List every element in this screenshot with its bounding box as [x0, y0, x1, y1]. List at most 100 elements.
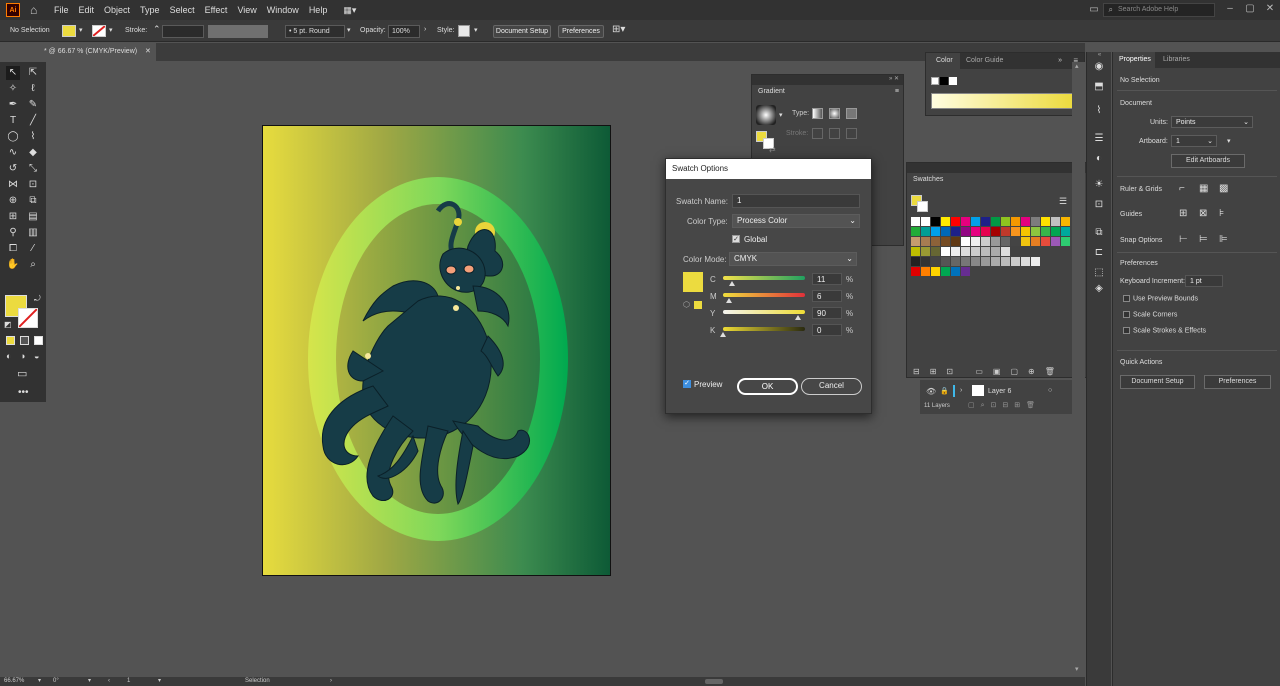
visibility-eye-icon[interactable]: 👁 — [926, 387, 936, 396]
color-mode-icon[interactable] — [6, 336, 15, 345]
swatch-chip[interactable] — [981, 237, 990, 246]
links-icon[interactable]: ⊏ — [1092, 246, 1106, 260]
qa-preferences-button[interactable]: Preferences — [1204, 375, 1271, 389]
swatch-chip[interactable] — [941, 217, 950, 226]
gradient-mode-icon[interactable] — [20, 336, 29, 345]
zoom-level[interactable]: 66.67% — [4, 677, 24, 686]
swatch-chip[interactable] — [1031, 257, 1040, 266]
color-mode-select[interactable]: CMYK ⌄ — [729, 252, 857, 266]
brushes-icon[interactable]: ⌇ — [1092, 104, 1106, 118]
channel-m-slider[interactable] — [723, 293, 805, 297]
tab-color-guide[interactable]: Color Guide — [966, 53, 1003, 69]
swatch-chip[interactable] — [941, 267, 950, 276]
edit-artboards-button[interactable]: Edit Artboards — [1171, 154, 1245, 168]
swatch-chip[interactable] — [931, 217, 940, 226]
stroke-within-icon[interactable] — [812, 128, 823, 139]
stroke-along-icon[interactable] — [829, 128, 840, 139]
selection-tool-icon[interactable]: ↖ — [6, 66, 20, 80]
out-of-gamut-icon[interactable]: ⬡ — [683, 300, 690, 309]
menu-view[interactable]: View — [237, 5, 256, 15]
swatch-chip[interactable] — [1031, 237, 1040, 246]
swatch-name-input[interactable]: 1 — [732, 194, 860, 208]
gradient-preview[interactable] — [756, 105, 776, 125]
swatch-chip[interactable] — [951, 267, 960, 276]
mesh-tool-icon[interactable]: ⊞ — [6, 210, 20, 224]
swatch-chip[interactable] — [931, 227, 940, 236]
preview-checkbox[interactable]: ✓ — [683, 380, 691, 388]
swatch-chip[interactable] — [921, 247, 930, 256]
gamut-swatch[interactable] — [694, 301, 702, 309]
swatch-chip[interactable] — [991, 217, 1000, 226]
rulers-icon[interactable]: ⌐ — [1179, 183, 1185, 194]
snap-to-point-icon[interactable]: ⊢ — [1179, 234, 1188, 245]
artboard-dropdown-icon[interactable]: ▾ — [158, 677, 161, 686]
artboard-number[interactable]: 1 — [127, 677, 130, 686]
magic-wand-tool-icon[interactable]: ✧ — [6, 82, 20, 96]
color-type-select[interactable]: Process Color ⌄ — [732, 214, 860, 228]
channel-y-input[interactable]: 90 — [812, 307, 842, 319]
swatch-chip[interactable] — [971, 227, 980, 236]
none-mode-icon[interactable] — [34, 336, 43, 345]
use-preview-bounds-option[interactable]: Use Preview Bounds — [1123, 295, 1198, 302]
line-tool-icon[interactable]: ╱ — [26, 114, 40, 128]
swatch-chip[interactable] — [951, 237, 960, 246]
swatch-chip[interactable] — [911, 247, 920, 256]
swatch-chip[interactable] — [1021, 217, 1030, 226]
stroke-across-icon[interactable] — [846, 128, 857, 139]
maximize-icon[interactable]: ▢ — [1244, 3, 1256, 15]
swatches-footer-icons[interactable]: ⊟⊞⊡ ▭▣▢⊕🗑 — [913, 367, 1065, 376]
swatch-chip[interactable] — [921, 237, 930, 246]
asset-export-icon[interactable]: ⬒ — [1092, 80, 1106, 94]
default-colors-icon[interactable]: ◩ — [4, 320, 12, 329]
swatch-chip[interactable] — [921, 227, 930, 236]
style-dropdown-icon[interactable]: ▾ — [474, 26, 478, 34]
artboard-select[interactable]: 1 ⌄ — [1171, 135, 1217, 147]
brush-definition[interactable]: • 5 pt. Round — [285, 25, 345, 38]
gradient-panel-collapse[interactable]: » ✕ — [752, 75, 903, 85]
menu-type[interactable]: Type — [140, 5, 160, 15]
radial-gradient-icon[interactable] — [829, 108, 840, 119]
swatch-chip[interactable] — [1021, 227, 1030, 236]
color-spectrum-bar[interactable] — [931, 93, 1073, 109]
swatch-chip[interactable] — [921, 257, 930, 266]
swatch-chip[interactable] — [941, 227, 950, 236]
swatch-chip[interactable] — [991, 227, 1000, 236]
channel-m-input[interactable]: 6 — [812, 290, 842, 302]
layer-name[interactable]: Layer 6 — [988, 388, 1011, 395]
style-swatch[interactable] — [458, 25, 470, 37]
rotation-value[interactable]: 0° — [53, 677, 59, 686]
artboard-tool-icon[interactable]: ⧠ — [6, 242, 20, 256]
vertical-scrollbar[interactable]: ▴ ▾ — [1072, 62, 1085, 676]
use-preview-bounds-checkbox[interactable] — [1123, 295, 1130, 302]
document-tab[interactable]: * @ 66.67 % (CMYK/Preview) ✕ — [30, 43, 156, 61]
swatch-chip[interactable] — [981, 227, 990, 236]
layers-icon[interactable]: ◈ — [1092, 282, 1106, 296]
snap-to-glyph-icon[interactable]: ⊫ — [1219, 234, 1228, 245]
smart-guides-icon[interactable]: ⊧ — [1219, 208, 1224, 219]
menu-file[interactable]: File — [54, 5, 69, 15]
prev-artboard-icon[interactable]: ‹ — [108, 677, 110, 686]
channel-m-thumb[interactable] — [726, 298, 732, 303]
swatch-chip[interactable] — [921, 267, 930, 276]
swatch-chip[interactable] — [1001, 227, 1010, 236]
eraser-tool-icon[interactable]: ◆ — [26, 146, 40, 160]
swatch-chip[interactable] — [941, 257, 950, 266]
artboard-dropdown-icon[interactable]: ▾ — [1227, 137, 1231, 145]
transparency-grid-icon[interactable]: ▩ — [1219, 183, 1228, 194]
swatch-chip[interactable] — [1051, 227, 1060, 236]
scale-strokes-checkbox[interactable] — [1123, 327, 1130, 334]
hand-tool-icon[interactable]: ✋ — [6, 258, 20, 272]
swatch-chip[interactable] — [911, 237, 920, 246]
swatch-chip[interactable] — [931, 247, 940, 256]
swatch-chip[interactable] — [991, 237, 1000, 246]
align-icon[interactable]: ☰ — [1092, 132, 1106, 146]
swatch-stroke[interactable] — [917, 201, 928, 212]
swatch-chip[interactable] — [1051, 237, 1060, 246]
scale-strokes-option[interactable]: Scale Strokes & Effects — [1123, 327, 1206, 334]
draw-behind-icon[interactable]: ◑ — [20, 351, 25, 361]
cancel-button[interactable]: Cancel — [801, 378, 862, 395]
swatches-panel-collapse[interactable]: » ✕ — [907, 163, 1091, 173]
minimize-icon[interactable]: – — [1224, 3, 1236, 15]
swatch-chip[interactable] — [921, 217, 930, 226]
zoom-tool-icon[interactable]: ⌕ — [26, 258, 40, 272]
